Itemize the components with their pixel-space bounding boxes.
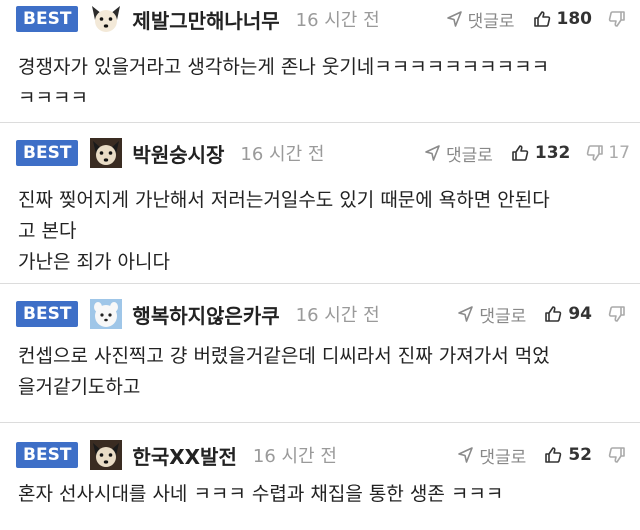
dislike-button[interactable]	[608, 305, 630, 323]
comment-text-line: 고 본다	[18, 220, 77, 242]
timestamp: 16 시간 전	[295, 10, 380, 31]
comment-header: BEST 한국XX발전 16 시간 전 댓글로 52	[16, 437, 630, 473]
nickname[interactable]: 제발그만해나너무	[132, 5, 279, 34]
nickname[interactable]: 한국XX발전	[132, 441, 236, 470]
like-count: 180	[556, 9, 593, 29]
timestamp: 16 시간 전	[240, 144, 325, 165]
like-button[interactable]: 94	[544, 304, 592, 324]
thumbs-down-icon	[608, 306, 625, 322]
thumbs-up-icon	[545, 447, 562, 463]
dog-avatar-icon[interactable]	[88, 136, 124, 170]
like-count: 52	[568, 445, 592, 465]
comment-text-line: 경쟁자가 있을거라고 생각하는게 존나 웃기네ㅋㅋㅋㅋㅋㅋㅋㅋㅋㅋ	[18, 56, 550, 78]
dog-avatar-icon[interactable]	[88, 438, 124, 472]
thumbs-down-icon	[608, 447, 625, 463]
reply-arrow-icon	[458, 306, 474, 322]
reply-arrow-icon	[458, 447, 474, 463]
thumbs-up-icon	[512, 145, 529, 161]
best-badge: BEST	[16, 301, 79, 327]
reply-arrow-icon	[446, 11, 462, 27]
timestamp: 16 시간 전	[295, 305, 380, 326]
dog-avatar-icon[interactable]	[88, 2, 124, 36]
nickname[interactable]: 박원숭시장	[132, 139, 224, 168]
comment-header: BEST 행복하지않은카쿠 16 시간 전 댓글로 94	[16, 296, 630, 332]
best-badge: BEST	[16, 140, 79, 166]
comment-actions: 댓글로 94	[457, 302, 630, 327]
best-badge: BEST	[16, 442, 79, 468]
dog-avatar-icon[interactable]	[88, 297, 124, 331]
thumbs-up-icon	[545, 306, 562, 322]
dislike-button[interactable]: 17	[586, 143, 630, 163]
comment-body: 진짜 찢어지게 가난해서 저러는거일수도 있기 때문에 욕하면 안된다 고 본다…	[18, 185, 622, 278]
comment-item: BEST 박원숭시장 16 시간 전 댓글로 132 17 진짜 찢어지게 가난…	[0, 123, 640, 283]
best-badge: BEST	[16, 6, 79, 32]
like-button[interactable]: 132	[511, 143, 571, 163]
comment-body: 경쟁자가 있을거라고 생각하는게 존나 웃기네ㅋㅋㅋㅋㅋㅋㅋㅋㅋㅋ ㅋㅋㅋㅋ	[18, 52, 622, 114]
reply-label: 댓글로	[467, 11, 515, 32]
reply-label: 댓글로	[479, 447, 527, 468]
like-button[interactable]: 52	[544, 445, 592, 465]
reply-button[interactable]: 댓글로	[446, 7, 515, 32]
reply-label: 댓글로	[445, 145, 493, 166]
comment-actions: 댓글로 52	[457, 443, 630, 468]
comment-text-line: 컨셉으로 사진찍고 걍 버렸을거같은데 디씨라서 진짜 가져가서 먹었	[18, 345, 550, 367]
comment-text-line: 을거같기도하고	[18, 376, 141, 398]
reply-button[interactable]: 댓글로	[424, 141, 493, 166]
comment-text-line: 혼자 선사시대를 사네 ㅋㅋㅋ 수렵과 채집을 통한 생존 ㅋㅋㅋ	[18, 483, 504, 505]
like-count: 94	[568, 304, 592, 324]
comment-text-line: 진짜 찢어지게 가난해서 저러는거일수도 있기 때문에 욕하면 안된다	[18, 189, 550, 211]
thumbs-down-icon	[608, 11, 625, 27]
comment-body: 혼자 선사시대를 사네 ㅋㅋㅋ 수렵과 채집을 통한 생존 ㅋㅋㅋ	[18, 479, 622, 510]
nickname[interactable]: 행복하지않은카쿠	[132, 300, 279, 329]
comment-text-line: ㅋㅋㅋㅋ	[18, 87, 88, 109]
reply-button[interactable]: 댓글로	[457, 302, 526, 327]
dislike-count: 17	[608, 143, 630, 163]
comment-item: BEST 제발그만해나너무 16 시간 전 댓글로 180 경쟁자가 있을거라고…	[0, 0, 640, 122]
comment-item: BEST 행복하지않은카쿠 16 시간 전 댓글로 94 컨셉으로 사진찍고 걍…	[0, 284, 640, 422]
comment-item: BEST 한국XX발전 16 시간 전 댓글로 52 혼자 선사시대를 사네 ㅋ…	[0, 423, 640, 530]
timestamp: 16 시간 전	[252, 446, 337, 467]
comment-header: BEST 박원숭시장 16 시간 전 댓글로 132 17	[16, 135, 630, 171]
dislike-button[interactable]	[608, 446, 630, 464]
comment-body: 컨셉으로 사진찍고 걍 버렸을거같은데 디씨라서 진짜 가져가서 먹었 을거같기…	[18, 341, 622, 403]
reply-arrow-icon	[425, 145, 440, 161]
thumbs-down-icon	[587, 145, 604, 161]
reply-button[interactable]: 댓글로	[457, 443, 526, 468]
thumbs-up-icon	[533, 11, 550, 27]
comment-actions: 댓글로 132 17	[424, 141, 630, 166]
comment-actions: 댓글로 180	[446, 7, 630, 32]
reply-label: 댓글로	[479, 306, 527, 327]
comment-header: BEST 제발그만해나너무 16 시간 전 댓글로 180	[16, 1, 630, 37]
like-count: 132	[534, 143, 571, 163]
like-button[interactable]: 180	[533, 9, 593, 29]
comment-text-line: 가난은 죄가 아니다	[18, 251, 170, 273]
dislike-button[interactable]	[608, 10, 630, 28]
